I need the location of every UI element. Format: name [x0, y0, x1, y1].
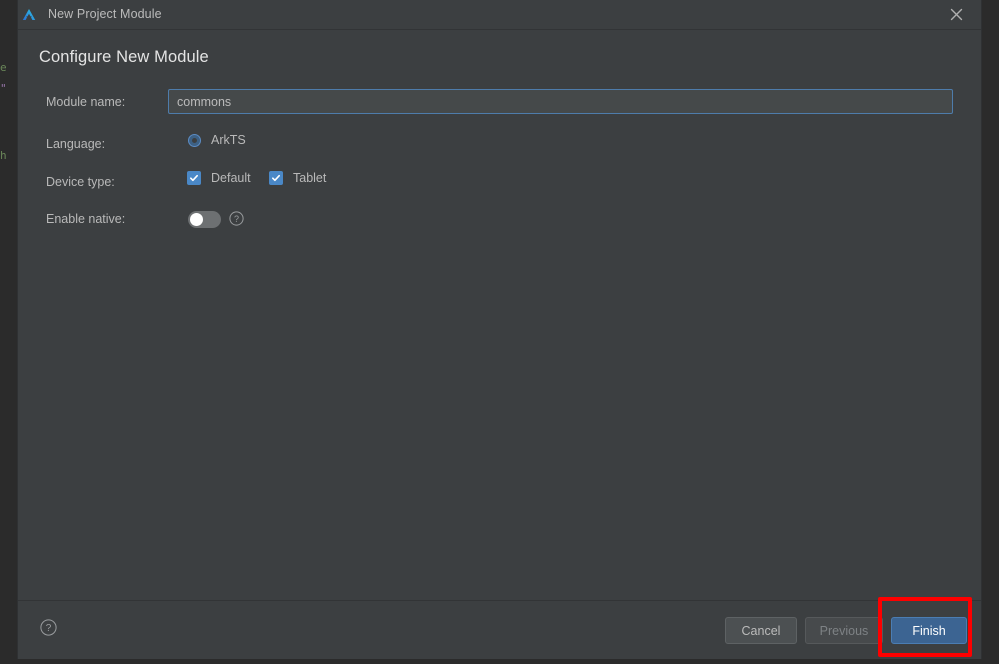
close-icon[interactable] — [937, 0, 975, 29]
device-type-label: Device type: — [46, 175, 115, 189]
previous-button[interactable]: Previous — [805, 617, 883, 644]
checkbox-checked-icon — [187, 171, 201, 185]
help-circle-icon[interactable]: ? — [229, 211, 244, 231]
checkbox-checked-icon — [269, 171, 283, 185]
enable-native-toggle[interactable] — [188, 211, 221, 228]
svg-text:?: ? — [46, 623, 52, 634]
backdrop-code-fragment: h — [0, 149, 7, 162]
help-circle-icon[interactable]: ? — [40, 619, 57, 641]
new-project-module-dialog: New Project Module Configure New Module … — [18, 0, 981, 659]
module-name-input[interactable] — [168, 89, 953, 114]
enable-native-label: Enable native: — [46, 212, 126, 226]
finish-button[interactable]: Finish — [891, 617, 967, 644]
backdrop-code-fragment: " — [0, 82, 7, 95]
language-label: Language: — [46, 137, 106, 151]
checkbox-option-label: Default — [211, 171, 251, 185]
cancel-button[interactable]: Cancel — [725, 617, 797, 644]
radio-selected-icon — [188, 133, 201, 147]
checkbox-option-tablet[interactable]: Tablet — [269, 171, 326, 185]
field-row-module-name: Module name: — [18, 89, 981, 115]
radio-option-label: ArkTS — [211, 133, 246, 147]
dialog-title: New Project Module — [48, 7, 162, 21]
checkbox-option-default[interactable]: Default — [187, 171, 251, 185]
harmony-logo-icon — [20, 6, 38, 24]
dialog-titlebar: New Project Module — [18, 0, 981, 30]
field-row-device-type: Device type: Default Tablet — [18, 171, 981, 195]
checkbox-option-label: Tablet — [293, 171, 327, 185]
module-name-label: Module name: — [46, 95, 126, 109]
radio-option-arkts[interactable]: ArkTS — [188, 133, 246, 147]
backdrop-code-fragment: e — [0, 61, 7, 74]
field-row-language: Language: ArkTS — [18, 133, 981, 157]
field-row-enable-native: Enable native: ? — [18, 208, 981, 232]
page-title: Configure New Module — [39, 48, 209, 66]
svg-text:?: ? — [234, 214, 239, 224]
dialog-content: Configure New Module Module name: Langua… — [18, 30, 981, 600]
dialog-footer: ? Cancel Previous Finish — [18, 600, 981, 659]
